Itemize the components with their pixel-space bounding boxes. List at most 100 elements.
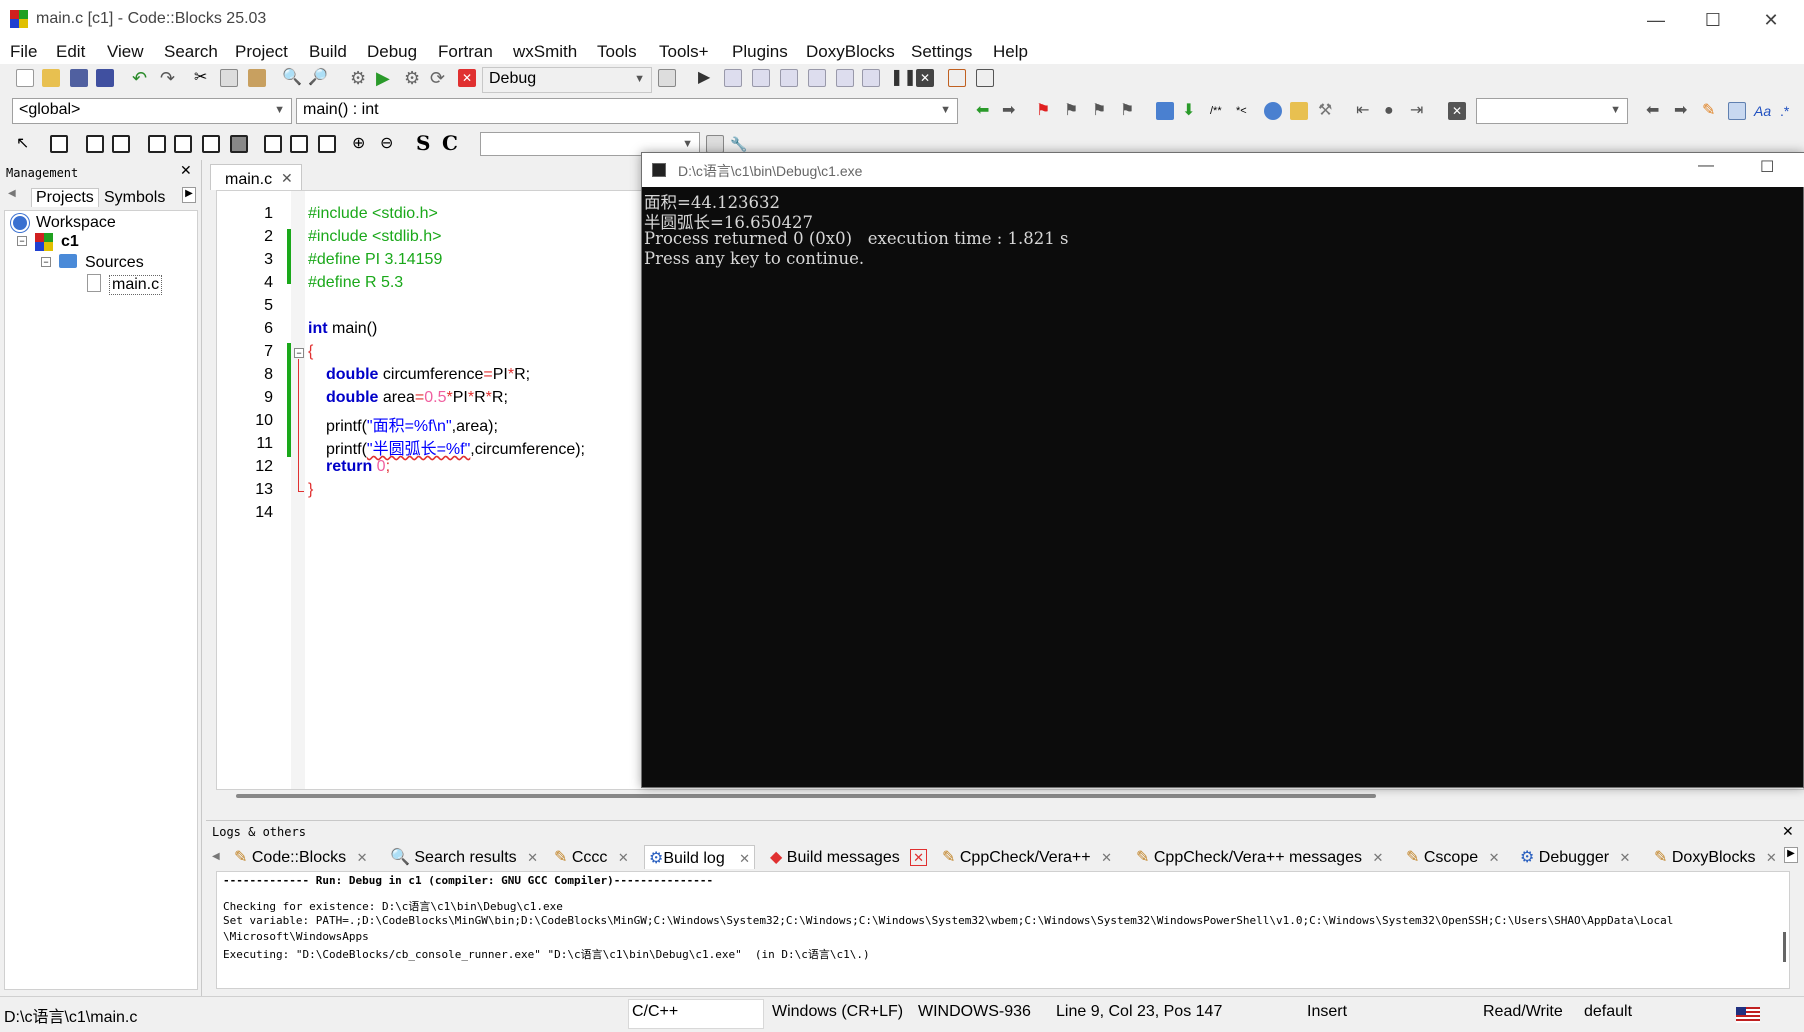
tab-build-messages[interactable]: ◆ Build messages ✕ (770, 847, 928, 867)
next-line-icon[interactable] (752, 69, 770, 87)
wx-settings-icon[interactable] (706, 135, 724, 153)
jump-back-icon[interactable]: ⬅ (976, 102, 994, 120)
console-window[interactable]: D:\c语言\c1\bin\Debug\c1.exe — ☐ 面积=44.123… (641, 152, 1804, 788)
menu-doxyblocks[interactable]: DoxyBlocks (806, 42, 895, 62)
new-file-icon[interactable] (16, 69, 34, 87)
find-icon[interactable]: 🔍 (282, 69, 302, 87)
fold-collapse-icon[interactable]: − (294, 348, 304, 358)
debugging-windows-icon[interactable] (948, 69, 966, 87)
close-icon[interactable]: ✕ (1372, 850, 1383, 865)
preview-icon[interactable] (264, 135, 282, 153)
menu-tools[interactable]: Tools (597, 42, 637, 62)
maximize-button[interactable]: ☐ (1690, 4, 1736, 36)
menu-settings[interactable]: Settings (911, 42, 972, 62)
close-icon[interactable]: ✕ (1620, 850, 1631, 865)
menu-debug[interactable]: Debug (367, 42, 417, 62)
abort-icon[interactable]: ✕ (458, 69, 476, 87)
insert-below-icon[interactable] (202, 135, 220, 153)
open-file-icon[interactable] (42, 69, 60, 87)
run-icon[interactable]: ▶ (376, 69, 394, 87)
save-all-icon[interactable] (96, 69, 114, 87)
close-icon[interactable]: ✕ (1782, 823, 1794, 840)
menu-view[interactable]: View (107, 42, 144, 62)
next-instruction-icon[interactable] (836, 69, 854, 87)
tab-projects[interactable]: Projects (31, 188, 99, 207)
close-icon[interactable]: ✕ (739, 851, 750, 866)
close-icon[interactable]: ✕ (1489, 850, 1500, 865)
menu-file[interactable]: File (10, 42, 37, 62)
editor-horizontal-scrollbar[interactable] (236, 794, 1376, 798)
close-icon[interactable]: ✕ (1766, 850, 1777, 865)
main-c-file-node[interactable]: main.c (109, 275, 163, 295)
tab-scroll-right-icon[interactable]: ▶ (1784, 847, 1798, 863)
selected-text-only-icon[interactable] (1728, 102, 1746, 120)
close-icon[interactable]: ✕ (281, 170, 293, 187)
tab-scroll-left-icon[interactable]: ◀ (8, 188, 16, 199)
tab-cppcheck[interactable]: ✎ CppCheck/Vera++ ✕ (942, 847, 1112, 867)
debug-run-icon[interactable]: ▶ (698, 69, 716, 87)
close-window-button[interactable]: ✕ (1748, 4, 1794, 36)
pointer-icon[interactable]: ↖ (16, 135, 34, 153)
console-maximize-button[interactable]: ☐ (1760, 157, 1774, 177)
close-icon[interactable]: ✕ (1101, 850, 1112, 865)
build-log-output[interactable]: ------------- Run: Debug in c1 (compiler… (216, 871, 1790, 989)
menu-help[interactable]: Help (993, 42, 1028, 62)
line-comment-icon[interactable]: *< (1236, 102, 1254, 120)
incremental-search-input[interactable]: ▼ (1476, 98, 1628, 124)
log-vertical-scrollbar[interactable] (1783, 932, 1786, 962)
step-into-instruction-icon[interactable] (862, 69, 880, 87)
quick-props-icon[interactable] (290, 135, 308, 153)
workspace-node[interactable]: Workspace (36, 214, 116, 232)
doxywizard-icon[interactable] (1156, 102, 1174, 120)
prev-bookmark-icon[interactable]: ⚑ (1064, 102, 1082, 120)
function-select[interactable]: main() : int ▼ (296, 98, 958, 124)
zoom-in-icon[interactable]: ⊕ (352, 135, 370, 153)
configure-icon[interactable]: ⚒ (1318, 102, 1336, 120)
various-info-icon[interactable] (976, 69, 994, 87)
undo-icon[interactable]: ↶ (132, 69, 150, 87)
goto-changed-icon[interactable]: ● (1384, 102, 1402, 120)
redo-icon[interactable]: ↷ (160, 69, 178, 87)
scope-select[interactable]: <global> ▼ (12, 98, 292, 124)
save-icon[interactable] (70, 69, 88, 87)
console-minimize-button[interactable]: — (1698, 157, 1714, 175)
toggle-bookmark-icon[interactable]: ⚑ (1036, 102, 1054, 120)
jump-forward-icon[interactable]: ➡ (1002, 102, 1020, 120)
run-html-icon[interactable] (1264, 102, 1282, 120)
insert-above-icon[interactable] (174, 135, 192, 153)
collapse-icon[interactable]: − (17, 236, 27, 246)
extract-docs-icon[interactable]: ⬇ (1182, 102, 1200, 120)
clear-search-icon[interactable]: ✕ (1448, 102, 1466, 120)
insert-after-icon[interactable] (148, 135, 166, 153)
paste-icon[interactable] (248, 69, 266, 87)
search-prev-icon[interactable]: ⬅ (1646, 102, 1664, 120)
match-case-icon[interactable]: Aa (1754, 102, 1772, 120)
copy-icon[interactable] (220, 69, 238, 87)
menu-project[interactable]: Project (235, 42, 288, 62)
insert-into-icon[interactable] (86, 135, 104, 153)
menu-wxsmith[interactable]: wxSmith (513, 42, 577, 62)
zoom-out-icon[interactable]: ⊖ (380, 135, 398, 153)
run-chm-icon[interactable] (1290, 102, 1308, 120)
regex-icon[interactable]: .* (1780, 102, 1798, 120)
menu-plugins[interactable]: Plugins (732, 42, 788, 62)
tab-symbols[interactable]: Symbols (104, 189, 165, 207)
build-target-select[interactable]: Debug ▼ (482, 67, 652, 93)
tab-build-log[interactable]: ⚙Build log ✕ (644, 845, 756, 869)
s-style-icon[interactable]: S (416, 133, 434, 153)
sources-folder-node[interactable]: Sources (85, 254, 144, 272)
step-into-icon[interactable] (780, 69, 798, 87)
pause-icon[interactable]: ❚❚ (890, 69, 917, 87)
run-to-cursor-icon[interactable] (724, 69, 742, 87)
close-icon[interactable]: ✕ (618, 850, 629, 865)
delete-widget-icon[interactable] (230, 135, 248, 153)
menu-edit[interactable]: Edit (56, 42, 85, 62)
step-out-icon[interactable] (808, 69, 826, 87)
tab-cppcheck-messages[interactable]: ✎ CppCheck/Vera++ messages ✕ (1136, 847, 1383, 867)
insert-box-icon[interactable] (50, 135, 68, 153)
project-node[interactable]: c1 (61, 233, 79, 251)
cut-icon[interactable]: ✂ (194, 69, 212, 87)
close-icon[interactable]: ✕ (910, 849, 928, 866)
insert-before-icon[interactable] (112, 135, 130, 153)
menu-search[interactable]: Search (164, 42, 218, 62)
